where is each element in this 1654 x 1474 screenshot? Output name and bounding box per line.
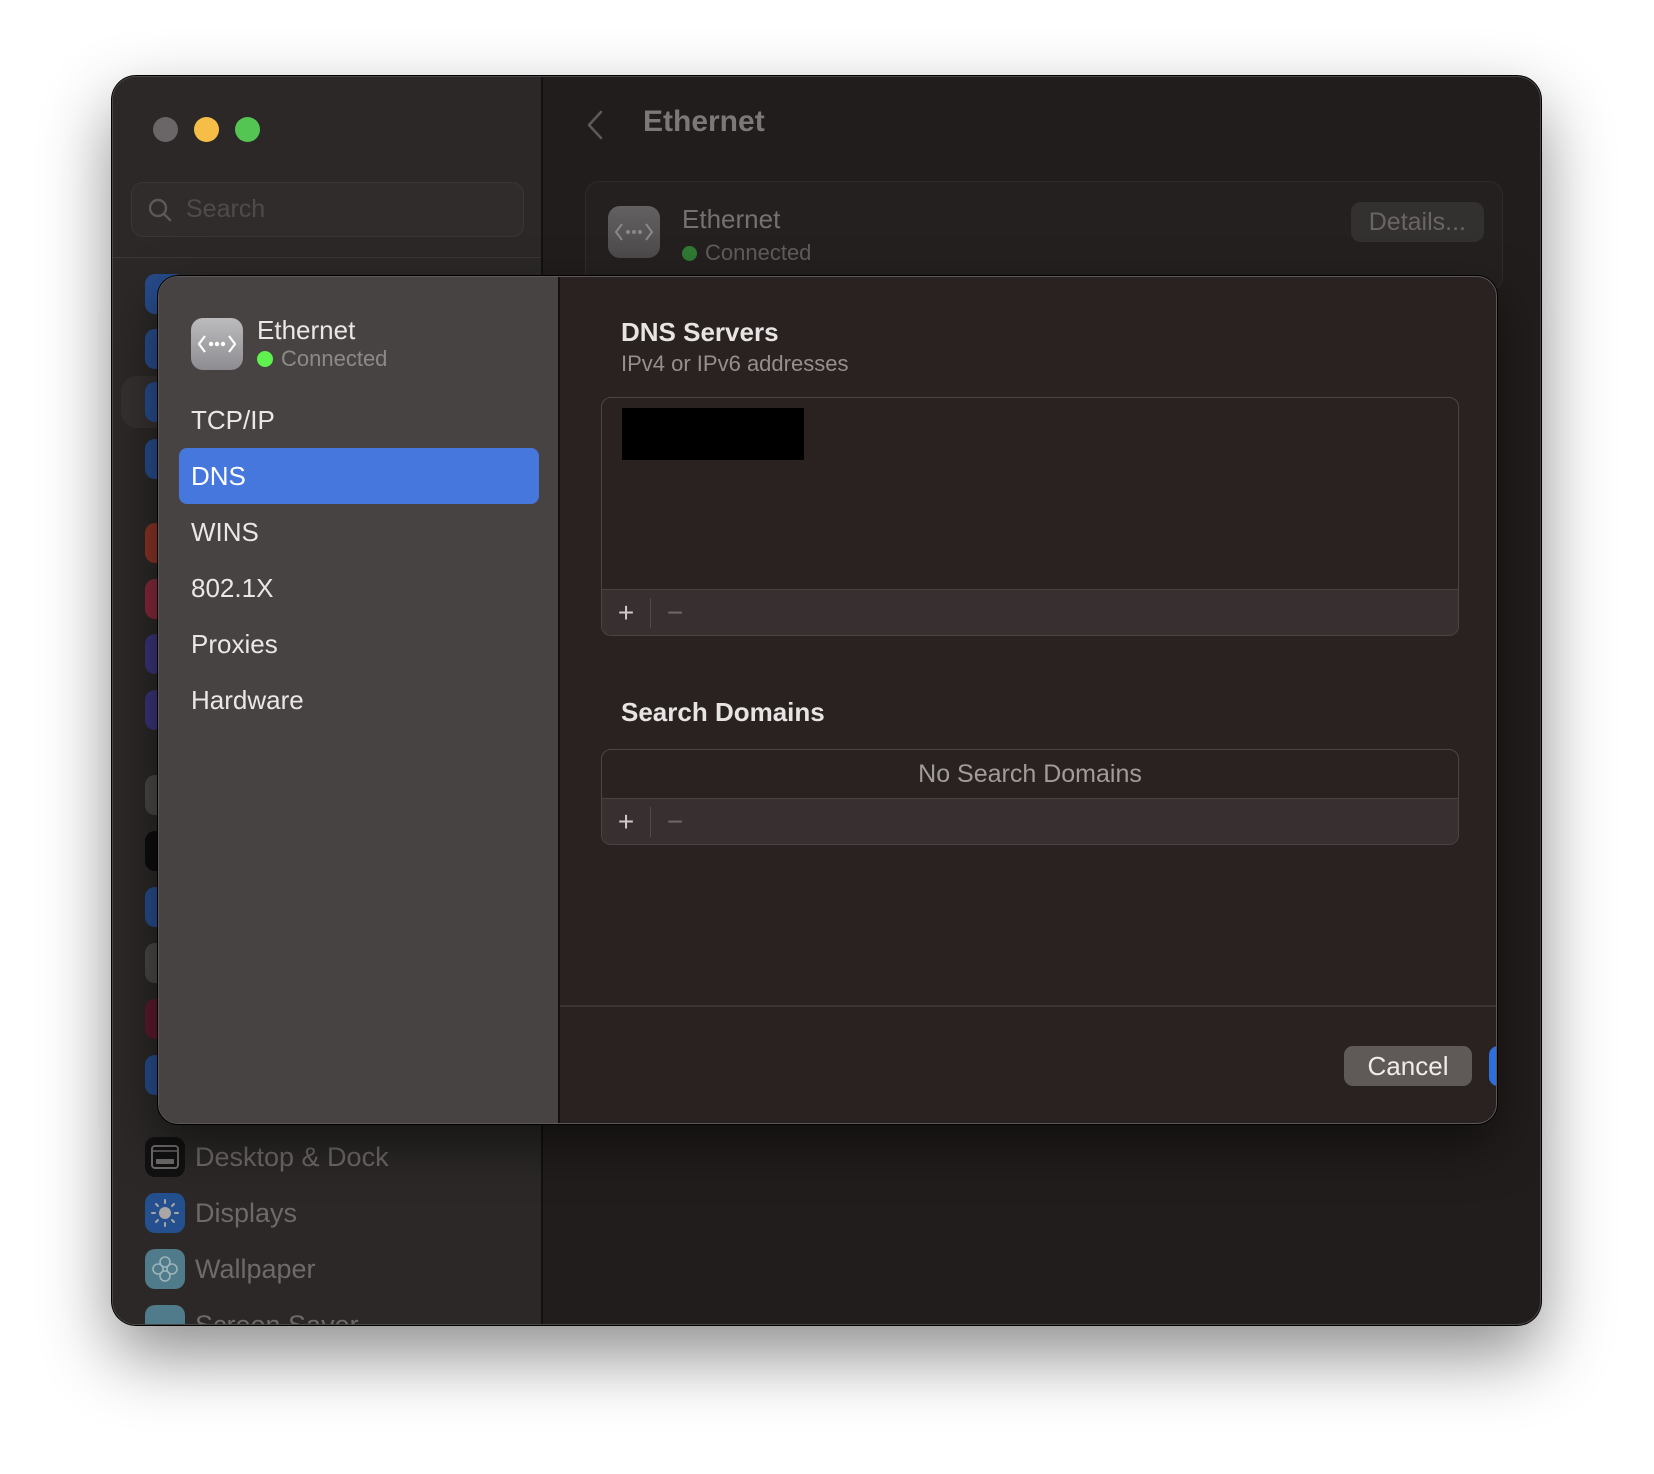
ethernet-status: Connected xyxy=(682,240,811,266)
nav-item-wins[interactable]: WINS xyxy=(179,504,539,560)
ethernet-icon xyxy=(608,206,660,258)
displays-sun-icon xyxy=(145,1193,185,1233)
add-dns-server-button[interactable]: + xyxy=(602,590,650,636)
minimize-button[interactable] xyxy=(194,117,219,142)
nav-item-hardware[interactable]: Hardware xyxy=(179,672,539,728)
nav-item-proxies[interactable]: Proxies xyxy=(179,616,539,672)
add-search-domain-button[interactable]: + xyxy=(602,799,650,845)
sidebar-item-screen-saver[interactable]: Screen Saver xyxy=(145,1303,359,1325)
sheet-header: Ethernet Connected xyxy=(191,315,387,373)
dns-server-entry[interactable] xyxy=(622,408,804,460)
screen-saver-icon xyxy=(145,1305,185,1324)
sidebar-item-label: Displays xyxy=(195,1197,298,1228)
remove-dns-server-button[interactable]: − xyxy=(651,590,699,636)
sidebar-item-wallpaper[interactable]: Wallpaper xyxy=(145,1247,316,1291)
status-dot-icon xyxy=(682,245,697,261)
sidebar-item-label: Wallpaper xyxy=(195,1253,316,1284)
ethernet-icon xyxy=(191,318,243,370)
dns-servers-list: + − xyxy=(601,397,1459,636)
sidebar-item-desktop-dock[interactable]: Desktop & Dock xyxy=(145,1135,389,1179)
cancel-button[interactable]: Cancel xyxy=(1344,1046,1472,1086)
sidebar-item-label: Desktop & Dock xyxy=(195,1141,389,1172)
status-text: Connected xyxy=(281,346,388,371)
nav-item-dns[interactable]: DNS xyxy=(179,448,539,504)
search-domains-title: Search Domains xyxy=(621,697,825,727)
sheet-interface-status: Connected xyxy=(257,345,387,373)
status-dot-icon xyxy=(257,351,273,367)
sheet-main: DNS Servers IPv4 or IPv6 addresses + − S… xyxy=(560,277,1496,1123)
footer-divider xyxy=(560,1005,1496,1007)
maximize-button[interactable] xyxy=(235,117,260,142)
search-input[interactable] xyxy=(186,195,506,224)
nav-item-8021x[interactable]: 802.1X xyxy=(179,560,539,616)
dns-servers-subtitle: IPv4 or IPv6 addresses xyxy=(621,351,849,376)
sidebar-search[interactable] xyxy=(131,182,524,237)
sheet-nav: TCP/IP DNS WINS 802.1X Proxies Hardware xyxy=(179,392,539,728)
ethernet-card: Ethernet Connected Details... xyxy=(585,181,1503,291)
desktop-dock-icon xyxy=(145,1137,185,1177)
sidebar-divider xyxy=(113,257,541,258)
sidebar-item-label: Screen Saver xyxy=(195,1309,359,1325)
page-title: Ethernet xyxy=(643,105,765,138)
dns-list-toolbar: + − xyxy=(602,589,1458,635)
ok-button[interactable]: OK xyxy=(1489,1046,1496,1086)
remove-search-domain-button[interactable]: − xyxy=(651,799,699,845)
sidebar-item-displays[interactable]: Displays xyxy=(145,1191,297,1235)
status-text: Connected xyxy=(705,240,812,265)
back-chevron-icon[interactable] xyxy=(585,109,605,141)
close-button[interactable] xyxy=(153,117,178,142)
search-domains-list: No Search Domains + − xyxy=(601,749,1459,845)
search-icon xyxy=(148,198,172,221)
search-domains-toolbar: + − xyxy=(602,798,1458,844)
nav-item-tcpip[interactable]: TCP/IP xyxy=(179,392,539,448)
dns-servers-title: DNS Servers xyxy=(621,317,779,347)
traffic-lights xyxy=(153,117,260,142)
ethernet-name: Ethernet xyxy=(682,204,781,234)
search-domains-empty: No Search Domains xyxy=(918,760,1142,788)
sheet-interface-name: Ethernet xyxy=(257,315,356,345)
dns-settings-sheet: Ethernet Connected TCP/IP DNS WINS 802.1… xyxy=(158,276,1497,1124)
wallpaper-flower-icon xyxy=(145,1249,185,1289)
sheet-sidebar: Ethernet Connected TCP/IP DNS WINS 802.1… xyxy=(159,277,560,1123)
details-button[interactable]: Details... xyxy=(1350,202,1484,242)
